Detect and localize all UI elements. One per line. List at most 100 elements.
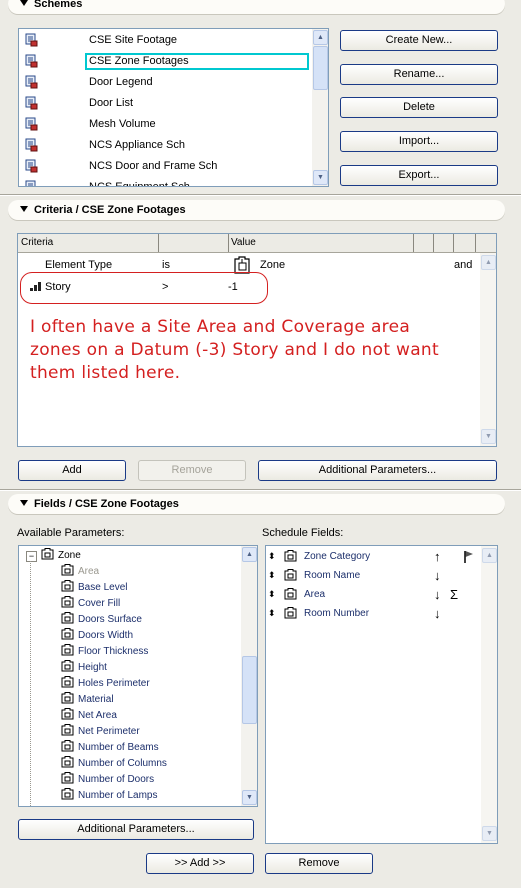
scroll-up-icon[interactable]: ▲ (481, 255, 496, 270)
create-new-button[interactable]: Create New... (340, 30, 498, 51)
available-parameter-item[interactable]: Holes Perimeter (61, 676, 150, 692)
criteria-operator[interactable]: is (162, 259, 170, 271)
available-parameter-item[interactable]: Number of Lamps (61, 788, 157, 804)
fields-section-header[interactable]: Fields / CSE Zone Footages (8, 494, 505, 514)
scheme-list-item[interactable]: Door Legend (19, 72, 312, 93)
scroll-thumb[interactable] (242, 656, 257, 724)
fields-heading: Fields / CSE Zone Footages (34, 498, 179, 510)
scheme-name: Door List (89, 97, 134, 109)
zone-parameter-icon (61, 756, 74, 768)
parameter-name: Number of Lamps (78, 790, 158, 801)
import-button[interactable]: Import... (340, 131, 498, 152)
criteria-table-header: Criteria Value (18, 234, 496, 253)
available-parameter-item[interactable]: Floor Thickness (61, 644, 148, 660)
scroll-up-icon[interactable]: ▲ (242, 547, 257, 562)
available-parameter-item[interactable]: Number of Beams (61, 740, 159, 756)
available-parameter-item[interactable]: Number of Columns (61, 756, 167, 772)
schemes-scrollbar[interactable]: ▲ ▼ (312, 29, 328, 186)
criteria-column-header[interactable]: Criteria (21, 234, 53, 252)
tree-root-zone[interactable]: Zone (41, 548, 81, 564)
schedule-scrollbar[interactable]: ▲ ▼ (481, 546, 497, 843)
available-parameters-tree[interactable]: − Zone Area Base Level Cover Fill Doors Sur… (18, 545, 258, 807)
selection-highlight (85, 53, 309, 70)
sort-order-icon[interactable]: ↑ (434, 547, 441, 566)
tree-root-label: Zone (58, 550, 81, 561)
criteria-table[interactable]: Criteria Value Element Type is Zone and … (17, 233, 497, 447)
scheme-list-item[interactable]: NCS Door and Frame Sch (19, 156, 312, 177)
schedule-field-item[interactable]: ⬍ Zone Category ↑ (266, 547, 481, 566)
schedule-scheme-icon (25, 117, 38, 131)
add-criteria-button[interactable]: Add (18, 460, 126, 481)
available-parameter-item[interactable]: Base Level (61, 580, 127, 596)
schemes-list[interactable]: CSE Site Footage CSE Zone Footages Door Le… (18, 28, 329, 187)
schemes-section-header[interactable]: Schemes (8, 0, 505, 14)
available-parameter-item[interactable]: Area (61, 564, 99, 580)
criteria-value[interactable]: Zone (260, 259, 285, 271)
parameter-name: Holes Perimeter (78, 678, 150, 689)
zone-icon (41, 548, 54, 560)
rename-button[interactable]: Rename... (340, 64, 498, 85)
scroll-down-icon[interactable]: ▼ (482, 826, 497, 841)
scheme-list-item[interactable]: Door List (19, 93, 312, 114)
criteria-scrollbar[interactable]: ▲ ▼ (480, 253, 496, 446)
schedule-scheme-icon (25, 159, 38, 173)
schedule-fields-list[interactable]: ⬍ Zone Category ↑ ⬍ Room Name ↓ ⬍ Area ↓ Σ ⬍ Room N… (265, 545, 498, 844)
available-parameter-item[interactable]: Cover Fill (61, 596, 120, 612)
scroll-down-icon[interactable]: ▼ (481, 429, 496, 444)
scheme-list-item[interactable]: CSE Zone Footages (19, 51, 312, 72)
delete-button[interactable]: Delete (340, 97, 498, 118)
export-button[interactable]: Export... (340, 165, 498, 186)
drag-handle-icon[interactable]: ⬍ (268, 585, 276, 604)
criteria-section-header[interactable]: Criteria / CSE Zone Footages (8, 200, 505, 220)
scroll-down-icon[interactable]: ▼ (313, 170, 328, 185)
flag-icon[interactable] (463, 550, 474, 563)
scroll-up-icon[interactable]: ▲ (482, 548, 497, 563)
available-parameter-item[interactable]: Net Perimeter (61, 724, 140, 740)
scheme-list-item[interactable]: Mesh Volume (19, 114, 312, 135)
available-parameter-item[interactable]: Net Area (61, 708, 117, 724)
available-parameter-item[interactable]: Material (61, 692, 114, 708)
available-scrollbar[interactable]: ▲ ▼ (241, 546, 257, 806)
sum-icon[interactable]: Σ (450, 585, 458, 604)
fields-additional-parameters-button[interactable]: Additional Parameters... (18, 819, 254, 840)
add-field-button[interactable]: >> Add >> (146, 853, 254, 874)
parameter-name: Cover Fill (78, 598, 121, 609)
schedule-field-item[interactable]: ⬍ Room Number ↓ (266, 604, 481, 623)
available-parameter-item[interactable]: Number of Doors (61, 772, 154, 788)
remove-field-button[interactable]: Remove (265, 853, 373, 874)
scroll-thumb[interactable] (313, 46, 328, 90)
scroll-down-icon[interactable]: ▼ (242, 790, 257, 805)
parameter-name: Height (78, 662, 107, 673)
scheme-name: NCS Appliance Sch (89, 139, 185, 151)
schedule-field-item[interactable]: ⬍ Area ↓ Σ (266, 585, 481, 604)
available-parameter-item[interactable]: Height (61, 660, 107, 676)
criteria-heading: Criteria / CSE Zone Footages (34, 204, 186, 216)
criteria-link[interactable]: and (454, 259, 472, 271)
drag-handle-icon[interactable]: ⬍ (268, 547, 276, 566)
parameter-name: Base Level (78, 582, 128, 593)
scheme-list-item[interactable]: NCS Equipment Sch (19, 177, 312, 186)
value-column-header[interactable]: Value (231, 234, 256, 252)
section-divider-highlight (0, 490, 521, 491)
additional-parameters-button[interactable]: Additional Parameters... (258, 460, 497, 481)
available-parameter-item[interactable]: Doors Surface (61, 612, 142, 628)
parameter-name: Doors Surface (78, 614, 142, 625)
parameter-name: Area (78, 566, 100, 577)
sort-order-icon[interactable]: ↓ (434, 585, 441, 604)
drag-handle-icon[interactable]: ⬍ (268, 604, 276, 623)
scheme-name: CSE Site Footage (89, 34, 178, 46)
schedule-scheme-icon (25, 33, 38, 47)
sort-order-icon[interactable]: ↓ (434, 604, 441, 623)
zone-parameter-icon (61, 660, 74, 672)
available-parameter-item[interactable]: Doors Width (61, 628, 133, 644)
scheme-list-item[interactable]: NCS Appliance Sch (19, 135, 312, 156)
zone-parameter-icon (61, 628, 74, 640)
scheme-list-item[interactable]: CSE Site Footage (19, 30, 312, 51)
available-parameters-label: Available Parameters: (17, 527, 125, 539)
schedule-field-item[interactable]: ⬍ Room Name ↓ (266, 566, 481, 585)
collapse-triangle-icon (20, 0, 28, 6)
remove-criteria-button[interactable]: Remove (138, 460, 246, 481)
sort-order-icon[interactable]: ↓ (434, 566, 441, 585)
drag-handle-icon[interactable]: ⬍ (268, 566, 276, 585)
scroll-up-icon[interactable]: ▲ (313, 30, 328, 45)
